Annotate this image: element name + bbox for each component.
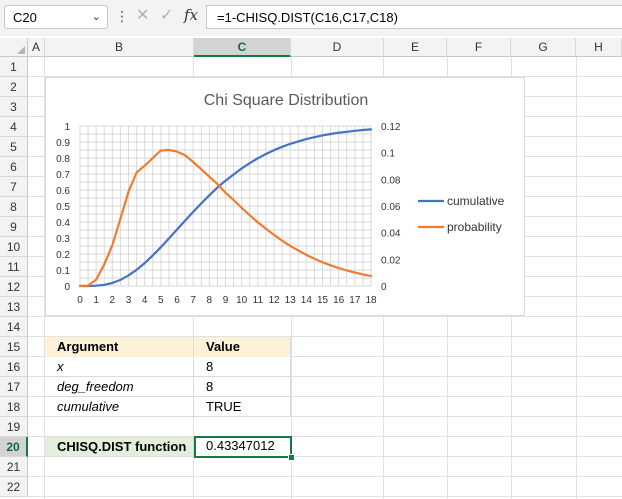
column-header-g[interactable]: G (511, 38, 576, 57)
x-axis-tick-label: 9 (223, 295, 229, 306)
chart[interactable]: Chi Square Distribution 0 0.1 0.2 0.3 0.4 0.5 0… (45, 77, 525, 316)
formula-input[interactable]: =1-CHISQ.DIST(C16,C17,C18) (206, 5, 622, 29)
right-axis-tick-label: 0.12 (381, 122, 401, 133)
row-header-4[interactable]: 4 (0, 117, 28, 137)
function-label-cell[interactable]: CHISQ.DIST function (45, 437, 194, 457)
chevron-down-icon[interactable]: ⌄ (92, 10, 101, 23)
table-cell-value[interactable]: 8 (194, 357, 291, 377)
x-axis-tick-label: 0 (77, 295, 83, 306)
x-axis-tick-label: 6 (174, 295, 180, 306)
left-axis-tick-label: 0.9 (56, 138, 70, 149)
left-axis-tick-label: 0.7 (56, 170, 70, 181)
x-axis-tick-label: 8 (207, 295, 213, 306)
name-box[interactable]: C20 ⌄ (4, 5, 108, 29)
x-axis-tick-label: 17 (349, 295, 361, 306)
left-axis-tick-label: 0.2 (56, 250, 70, 261)
column-header-h[interactable]: H (576, 38, 622, 57)
right-axis-tick-label: 0.1 (381, 149, 395, 160)
x-axis-tick-label: 7 (190, 295, 196, 306)
right-axis-tick-label: 0.04 (381, 229, 401, 240)
x-axis-tick-label: 16 (333, 295, 345, 306)
row-header-7[interactable]: 7 (0, 177, 28, 197)
x-axis-tick-label: 5 (158, 295, 164, 306)
name-box-value: C20 (13, 10, 37, 25)
row-header-13[interactable]: 13 (0, 297, 28, 317)
right-axis-tick-label: 0.06 (381, 202, 401, 213)
table-cell-argument[interactable]: x (45, 357, 194, 377)
enter-check-icon[interactable]: ✓ (160, 5, 173, 25)
left-axis-tick-label: 0 (64, 282, 70, 293)
left-axis-tick-label: 0.4 (56, 218, 70, 229)
chart-title: Chi Square Distribution (204, 92, 369, 109)
right-axis-tick-label: 0.02 (381, 255, 401, 266)
formula-text: =1-CHISQ.DIST(C16,C17,C18) (217, 10, 398, 25)
row-header-11[interactable]: 11 (0, 257, 28, 277)
table-header-value[interactable]: Value (194, 337, 291, 357)
row-header-9[interactable]: 9 (0, 217, 28, 237)
row-header-5[interactable]: 5 (0, 137, 28, 157)
x-axis-tick-label: 10 (236, 295, 248, 306)
x-axis-tick-label: 15 (317, 295, 329, 306)
fill-handle[interactable] (288, 454, 295, 461)
row-header-8[interactable]: 8 (0, 197, 28, 217)
chart-svg: Chi Square Distribution 0 0.1 0.2 0.3 0.4 0.5 0… (56, 92, 505, 306)
row-header-15[interactable]: 15 (0, 337, 28, 357)
row-header-17[interactable]: 17 (0, 377, 28, 397)
x-axis-tick-label: 3 (126, 295, 132, 306)
right-axis-tick-label: 0.08 (381, 175, 401, 186)
left-axis-tick-label: 0.8 (56, 154, 70, 165)
row-header-18[interactable]: 18 (0, 397, 28, 417)
row-header-3[interactable]: 3 (0, 97, 28, 117)
x-axis-tick-label: 18 (365, 295, 377, 306)
more-options-icon[interactable]: ⋮ (115, 8, 129, 25)
table-cell-value[interactable]: 8 (194, 377, 291, 397)
row-header-12[interactable]: 12 (0, 277, 28, 297)
formula-bar: C20 ⌄ ⋮ ✕ ✓ fx =1-CHISQ.DIST(C16,C17,C18… (0, 0, 622, 36)
table-cell-argument[interactable]: deg_freedom (45, 377, 194, 397)
left-axis-tick-label: 0.1 (56, 266, 70, 277)
row-header-2[interactable]: 2 (0, 77, 28, 97)
x-axis-tick-label: 1 (93, 295, 99, 306)
column-header-c[interactable]: C (194, 38, 291, 57)
table-cell-argument[interactable]: cumulative (45, 397, 194, 417)
left-axis-tick-label: 0.6 (56, 186, 70, 197)
legend-label-cumulative: cumulative (447, 194, 505, 208)
column-header-a[interactable]: A (28, 38, 45, 57)
row-header-21[interactable]: 21 (0, 457, 28, 477)
row-header-10[interactable]: 10 (0, 237, 28, 257)
left-axis-tick-label: 1 (64, 122, 70, 133)
row-header-20[interactable]: 20 (0, 437, 28, 457)
x-axis-tick-label: 11 (253, 295, 264, 306)
x-axis-tick-label: 2 (110, 295, 116, 306)
column-header-f[interactable]: F (447, 38, 511, 57)
row-header-14[interactable]: 14 (0, 317, 28, 337)
cancel-icon[interactable]: ✕ (136, 5, 149, 25)
row-header-16[interactable]: 16 (0, 357, 28, 377)
insert-function-icon[interactable]: fx (184, 6, 198, 24)
table-cell-value[interactable]: TRUE (194, 397, 291, 417)
x-axis-tick-label: 13 (285, 295, 297, 306)
x-axis-tick-label: 4 (142, 295, 148, 306)
column-header-d[interactable]: D (291, 38, 384, 57)
row-header-6[interactable]: 6 (0, 157, 28, 177)
row-header-22[interactable]: 22 (0, 477, 28, 497)
x-axis-tick-label: 14 (301, 295, 313, 306)
row-header-19[interactable]: 19 (0, 417, 28, 437)
right-axis-tick-label: 0 (381, 282, 387, 293)
left-axis-tick-label: 0.5 (56, 202, 70, 213)
column-header-b[interactable]: B (45, 38, 194, 57)
select-all-corner[interactable] (0, 38, 28, 57)
function-value-cell[interactable]: 0.43347012 (194, 436, 292, 458)
table-header-argument[interactable]: Argument (45, 337, 194, 357)
column-header-e[interactable]: E (384, 38, 447, 57)
row-header-1[interactable]: 1 (0, 57, 28, 77)
select-all-icon (17, 46, 25, 54)
left-axis-tick-label: 0.3 (56, 234, 70, 245)
legend-label-probability: probability (447, 220, 502, 234)
x-axis-tick-label: 12 (268, 295, 280, 306)
